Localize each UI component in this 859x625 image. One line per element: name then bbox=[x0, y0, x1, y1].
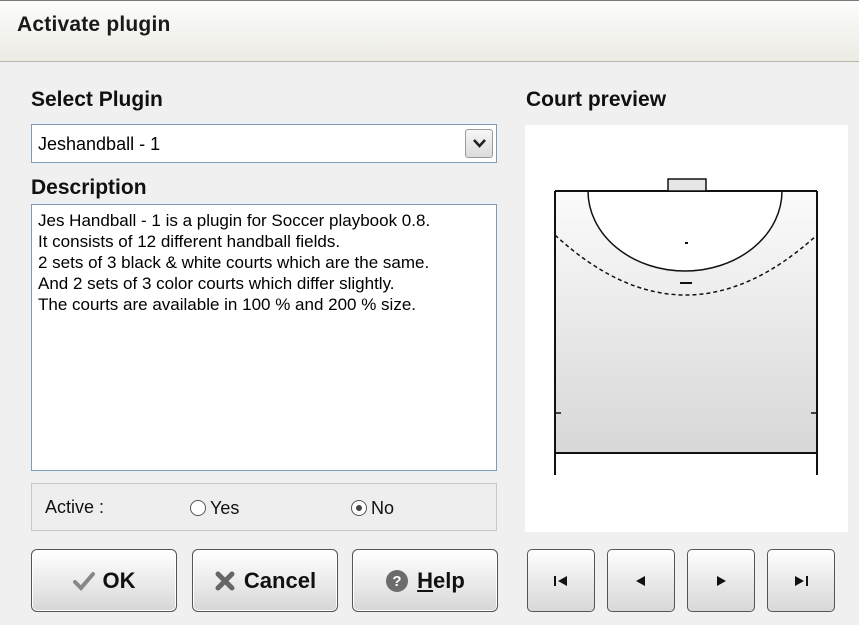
cancel-button[interactable]: Cancel bbox=[192, 549, 338, 612]
help-label: Help bbox=[417, 567, 465, 593]
cancel-label: Cancel bbox=[243, 567, 317, 593]
active-no-radio[interactable]: No bbox=[351, 498, 394, 518]
select-plugin-heading: Select Plugin bbox=[31, 88, 163, 111]
help-icon: ? bbox=[385, 569, 409, 593]
ok-label: OK bbox=[102, 567, 136, 593]
court-preview-heading: Court preview bbox=[526, 88, 667, 111]
description-heading: Description bbox=[31, 176, 147, 199]
activate-plugin-window: Activate plugin Select Plugin Jeshandbal… bbox=[0, 0, 859, 625]
radio-circle bbox=[190, 500, 206, 516]
svg-text:?: ? bbox=[393, 573, 402, 590]
chevron-down-icon bbox=[473, 139, 486, 148]
next-button[interactable] bbox=[687, 549, 755, 612]
handball-court-image bbox=[554, 178, 818, 475]
court-preview-panel bbox=[525, 125, 848, 532]
ok-button[interactable]: OK bbox=[31, 549, 177, 612]
checkmark-icon bbox=[72, 571, 95, 591]
last-button[interactable] bbox=[767, 549, 835, 612]
description-textarea[interactable]: Jes Handball - 1 is a plugin for Soccer … bbox=[31, 204, 497, 471]
first-button[interactable] bbox=[527, 549, 595, 612]
previous-icon bbox=[636, 575, 645, 586]
dropdown-button[interactable] bbox=[465, 129, 493, 158]
active-group: Active : Yes No bbox=[31, 483, 497, 531]
previous-button[interactable] bbox=[607, 549, 675, 612]
radio-circle-selected bbox=[351, 500, 367, 516]
last-icon bbox=[795, 575, 808, 586]
first-icon bbox=[554, 575, 567, 586]
title-bar: Activate plugin bbox=[0, 1, 859, 62]
help-button[interactable]: ? Help bbox=[352, 549, 498, 612]
plugin-select[interactable]: Jeshandball - 1 bbox=[31, 124, 497, 163]
active-yes-radio[interactable]: Yes bbox=[190, 498, 239, 518]
active-yes-label: Yes bbox=[210, 497, 240, 518]
active-label: Active : bbox=[45, 497, 105, 517]
plugin-select-value: Jeshandball - 1 bbox=[38, 134, 161, 154]
active-no-label: No bbox=[371, 497, 395, 518]
cancel-x-icon bbox=[214, 570, 236, 592]
next-icon bbox=[717, 575, 726, 586]
window-title: Activate plugin bbox=[17, 13, 171, 36]
